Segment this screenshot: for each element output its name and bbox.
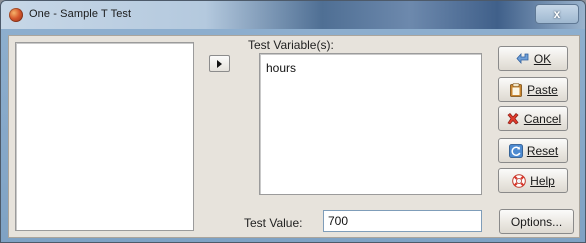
options-button[interactable]: Options...	[499, 209, 574, 234]
cancel-button[interactable]: Cancel	[498, 106, 568, 131]
clipboard-icon	[510, 82, 523, 97]
title-bar[interactable]: One - Sample T Test x	[1, 1, 585, 29]
ok-arrow-icon	[516, 52, 529, 64]
test-variables-label: Test Variable(s):	[248, 38, 334, 52]
test-variable-item[interactable]: hours	[266, 61, 296, 75]
paste-label: Paste	[527, 82, 558, 97]
cancel-label: Cancel	[523, 111, 562, 126]
ok-label: OK	[533, 51, 552, 66]
close-button[interactable]: x	[535, 4, 579, 24]
paste-button[interactable]: Paste	[498, 77, 568, 102]
reset-label: Reset	[526, 143, 559, 158]
move-to-test-variables-button[interactable]	[209, 55, 230, 72]
source-variable-list[interactable]	[15, 42, 194, 231]
ok-button[interactable]: OK	[498, 46, 568, 71]
lifebuoy-icon	[512, 173, 526, 188]
window-title: One - Sample T Test	[29, 8, 132, 20]
test-value-input[interactable]: 700	[323, 210, 482, 232]
help-label: Help	[530, 173, 555, 188]
dialog-window: One - Sample T Test x Test Variable(s): …	[0, 0, 586, 243]
close-icon: x	[553, 7, 561, 21]
app-icon	[9, 8, 23, 22]
options-label: Options...	[510, 214, 563, 229]
arrow-right-icon	[217, 59, 222, 68]
reset-icon	[508, 143, 523, 158]
test-value-label: Test Value:	[244, 216, 303, 230]
help-button[interactable]: Help	[498, 168, 568, 193]
test-variables-list[interactable]: hours	[259, 53, 482, 195]
reset-button[interactable]: Reset	[498, 138, 568, 163]
red-x-icon	[507, 112, 519, 124]
